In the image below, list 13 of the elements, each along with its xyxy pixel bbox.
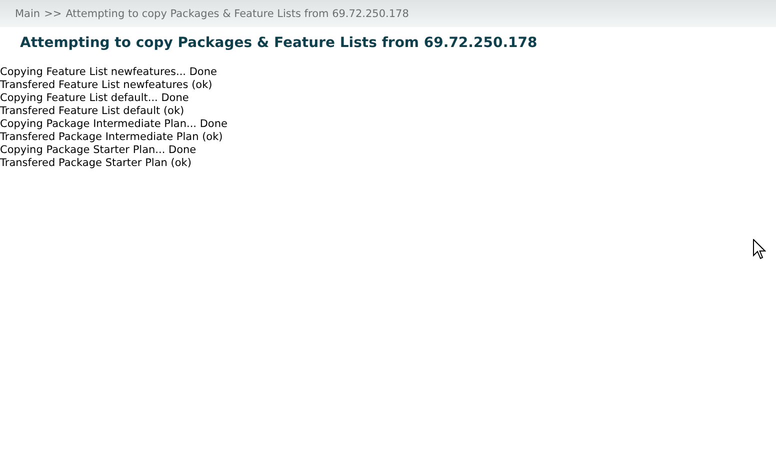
log-line: Copying Package Intermediate Plan... Done (0, 118, 228, 131)
breadcrumb-separator: >> (44, 8, 62, 20)
log-line: Copying Feature List newfeatures... Done (0, 66, 217, 79)
log-line: Transfered Feature List default (ok) (0, 105, 184, 118)
log-line: Transfered Package Starter Plan (ok) (0, 157, 192, 170)
mouse-pointer-icon (753, 239, 766, 260)
log-line: Transfered Package Intermediate Plan (ok) (0, 131, 223, 144)
page-heading: Attempting to copy Packages & Feature Lists from 69.72.250.178 (20, 35, 538, 51)
breadcrumb-current: Attempting to copy Packages & Feature Lists from 69.72.250.178 (66, 8, 409, 20)
log-line: Copying Feature List default... Done (0, 92, 189, 105)
log-line: Transfered Feature List newfeatures (ok) (0, 79, 212, 92)
log-line: Copying Package Starter Plan... Done (0, 144, 196, 157)
breadcrumb-link[interactable]: Main (15, 8, 40, 20)
